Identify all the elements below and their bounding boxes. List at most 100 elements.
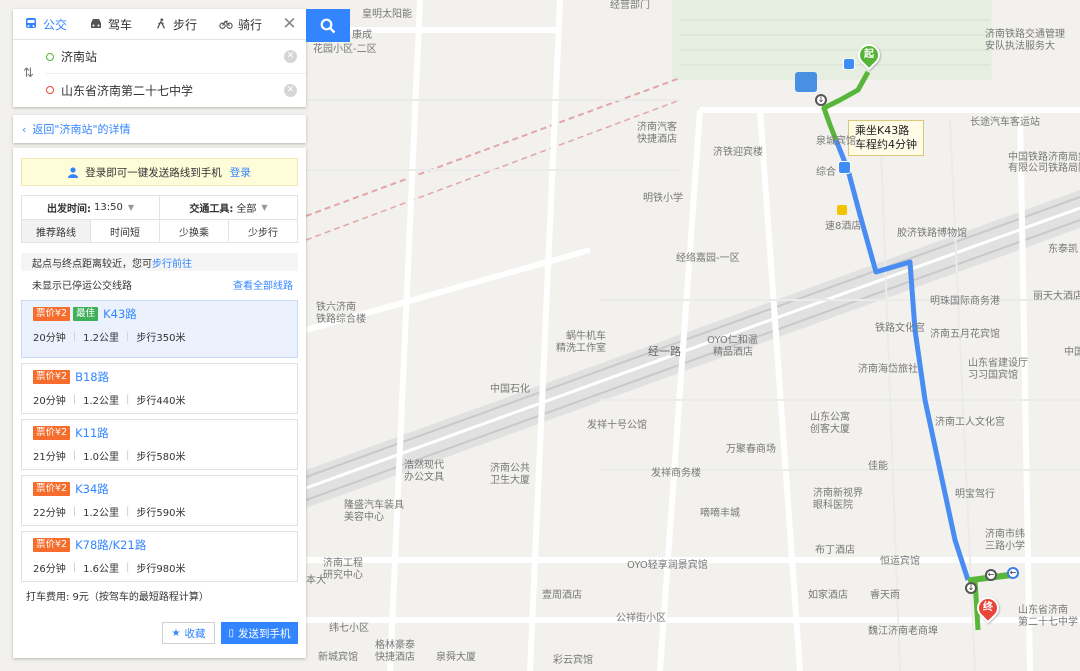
map-label: 创客大厦 <box>810 424 850 435</box>
route-duration: 21分钟 <box>33 452 66 463</box>
map-label: 万聚春商场 <box>726 444 776 455</box>
map-label: 安队执法服务大 <box>985 41 1055 52</box>
tab-car[interactable]: 驾车 <box>78 9 143 39</box>
tab-recommended[interactable]: 推荐路线 <box>22 220 90 242</box>
map-label: 丽天大酒店 <box>1033 291 1080 302</box>
route-distance: 1.2公里 <box>83 333 120 344</box>
route-walk: 步行580米 <box>136 452 186 463</box>
map-label: 精品酒店 <box>713 347 753 358</box>
clear-destination-button[interactable]: ✕ <box>284 83 297 97</box>
route-card[interactable]: 票价¥2 K34路 22分钟 | 1.2公里 | 步行590米 <box>21 475 298 526</box>
walk-suggestion-text: 起点与终点距离较近，您可 <box>32 258 152 270</box>
map-label: 济南铁路交通管理 <box>985 29 1065 40</box>
map-label: 康成 <box>352 30 372 41</box>
transport-tool-select[interactable]: 交通工具: 全部 ▼ <box>159 196 297 219</box>
close-icon: ✕ <box>282 14 297 34</box>
travel-mode-tabs: 公交 驾车 步行 骑行 ✕ <box>13 9 306 40</box>
map-label: 济南工程 <box>323 558 363 569</box>
map-label: 铁路综合楼 <box>316 314 366 325</box>
map-label: 山东公寓 <box>810 412 850 423</box>
tab-bike[interactable]: 骑行 <box>208 9 273 39</box>
map-label: 发祥商务楼 <box>651 468 701 479</box>
login-link[interactable]: 登录 <box>230 165 251 180</box>
tab-walk[interactable]: 步行 <box>143 9 208 39</box>
destination-field[interactable]: 山东省济南第二十七中学 ✕ <box>46 73 306 106</box>
origin-field[interactable]: 济南站 ✕ <box>46 40 306 73</box>
tab-shortest-time[interactable]: 时间短 <box>90 220 159 242</box>
walk-left-icon: ← <box>985 569 997 581</box>
map-label: 济南海岱旅社 <box>858 364 918 375</box>
tab-less-walking[interactable]: 少步行 <box>228 220 297 242</box>
destination-dot-icon <box>46 86 54 94</box>
route-distance: 1.0公里 <box>83 452 120 463</box>
bus-icon <box>25 18 36 28</box>
bus-icon <box>838 161 851 174</box>
map-label: 速8酒店 <box>825 221 862 232</box>
tab-walk-label: 步行 <box>172 17 197 32</box>
map-label: 本大 <box>306 575 326 586</box>
walk-down-icon: ↓ <box>965 582 977 594</box>
route-name: K43路 <box>103 307 137 321</box>
bike-icon <box>219 20 233 29</box>
view-all-lines-link[interactable]: 查看全部线路 <box>233 277 293 292</box>
close-button[interactable]: ✕ <box>273 9 306 39</box>
favorite-button[interactable]: ★ 收藏 <box>162 622 215 644</box>
clear-origin-button[interactable]: ✕ <box>284 50 297 63</box>
bubble-line2: 车程约4分钟 <box>855 138 917 151</box>
railway-station-icon <box>795 72 817 92</box>
depart-time-label: 出发时间: <box>47 204 91 215</box>
phone-icon: ▯ <box>228 627 234 639</box>
map-label: 蜗牛机车 <box>566 331 606 342</box>
map-label: 济铁迎宾楼 <box>713 147 763 158</box>
route-distance: 1.2公里 <box>83 396 120 407</box>
send-to-phone-button[interactable]: ▯ 发送到手机 <box>221 622 298 644</box>
chevron-left-icon: ‹ <box>22 122 27 136</box>
swap-icon[interactable]: ⇅ <box>23 66 34 81</box>
tab-bus[interactable]: 公交 <box>13 9 78 39</box>
action-buttons: ★ 收藏 ▯ 发送到手机 <box>162 622 298 644</box>
map-label: 花园小区-二区 <box>313 44 377 55</box>
map-label: 综合 <box>816 167 836 178</box>
route-card[interactable]: 票价¥2 最佳 K43路 20分钟 | 1.2公里 | 步行350米 <box>21 300 298 358</box>
map-label: 中国 <box>1064 347 1080 358</box>
search-button[interactable] <box>306 9 350 42</box>
taxi-fare: 打车费用: 9元（按驾车的最短路程计算） <box>26 592 209 603</box>
back-link[interactable]: ‹ 返回"济南站"的详情 <box>13 115 306 143</box>
route-walk: 步行440米 <box>136 396 186 407</box>
map-label: 魏江济南老商埠 <box>868 626 938 637</box>
map-label: 济南公共 <box>490 463 530 474</box>
user-icon <box>68 166 79 178</box>
depart-time-select[interactable]: 出发时间: 13:50 ▼ <box>22 196 159 219</box>
map-label: 胶济铁路博物馆 <box>897 228 967 239</box>
walk-there-link[interactable]: 步行前往 <box>152 255 192 270</box>
map-label: 发祥十号公馆 <box>587 420 647 431</box>
depart-time-value: 13:50 <box>94 202 123 213</box>
route-card[interactable]: 票价¥2 K78路/K21路 26分钟 | 1.6公里 | 步行980米 <box>21 531 298 582</box>
map-label: 济南五月花宾馆 <box>930 329 1000 340</box>
back-link-text: 返回"济南站"的详情 <box>32 123 131 136</box>
filters-bar: 出发时间: 13:50 ▼ 交通工具: 全部 ▼ <box>21 195 298 219</box>
map-label: 山东省建设厅 <box>968 358 1028 369</box>
tab-fewer-transfers[interactable]: 少换乘 <box>159 220 228 242</box>
route-duration: 20分钟 <box>33 333 66 344</box>
route-name: K78路/K21路 <box>75 538 147 552</box>
stopped-lines-notice: 未显示已停运公交线路 查看全部线路 <box>21 276 298 292</box>
map-label: 精洗工作室 <box>556 343 606 354</box>
route-card[interactable]: 票价¥2 B18路 20分钟 | 1.2公里 | 步行440米 <box>21 363 298 414</box>
map-label: 格林豪泰 <box>375 640 415 651</box>
route-card[interactable]: 票价¥2 K11路 21分钟 | 1.0公里 | 步行580米 <box>21 419 298 470</box>
map-label: 研究中心 <box>323 570 363 581</box>
map-label: 济南市纬 <box>985 529 1025 540</box>
map-label: 恒运宾馆 <box>880 556 920 567</box>
map-label: 快捷酒店 <box>375 652 415 663</box>
map-label: 第二十七中学 <box>1018 617 1078 628</box>
map-label: OYO轻享润景宾馆 <box>627 560 708 571</box>
map-label: 美容中心 <box>344 512 384 523</box>
star-icon: ★ <box>171 627 181 639</box>
map-label: 办公文具 <box>404 472 444 483</box>
map-label: 铁路文化宫 <box>875 323 925 334</box>
tab-bus-label: 公交 <box>42 17 67 32</box>
route-name: K34路 <box>75 482 109 496</box>
search-icon <box>320 18 336 33</box>
walk-icon <box>156 18 165 29</box>
